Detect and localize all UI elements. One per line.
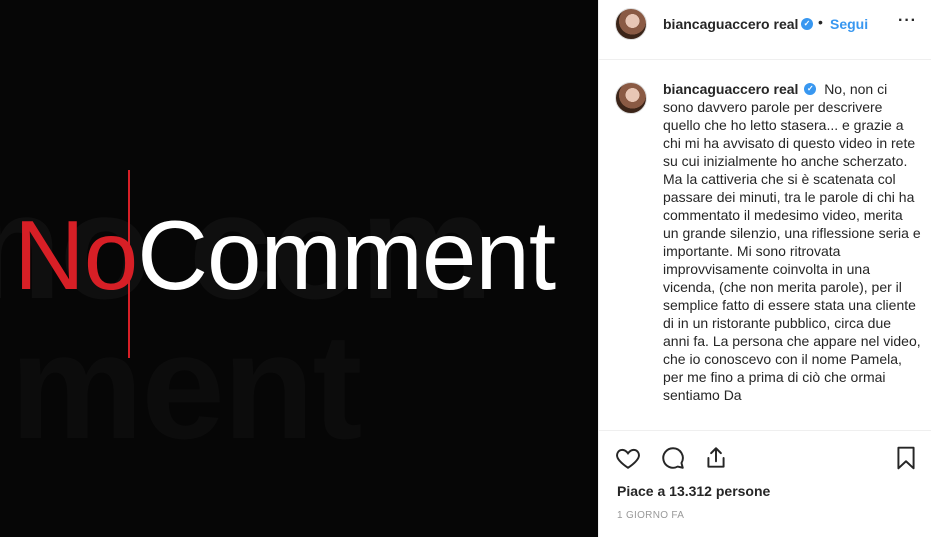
separator-dot: •: [818, 14, 823, 30]
username-link[interactable]: biancaguaccero real: [663, 16, 798, 32]
logo-comment-text: Comment: [137, 200, 556, 310]
comments-area[interactable]: biancaguaccero real ✓ No, non ci sono da…: [599, 60, 931, 430]
comment-bubble-icon[interactable]: [660, 445, 686, 471]
verified-badge-icon: ✓: [804, 83, 817, 96]
post-caption: biancaguaccero real ✓ No, non ci sono da…: [663, 80, 921, 404]
post-side-panel: biancaguaccero real ✓ • Segui ··· bianca…: [598, 0, 931, 537]
heart-icon[interactable]: [615, 445, 641, 471]
share-icon[interactable]: [703, 445, 729, 471]
verified-badge-icon: ✓: [801, 18, 813, 30]
logo-divider-line: [128, 170, 130, 358]
likes-count[interactable]: Piace a 13.312 persone: [617, 483, 770, 499]
caption-username-link[interactable]: biancaguaccero real: [663, 81, 798, 97]
avatar[interactable]: [615, 8, 647, 40]
no-comment-logo: NoComment: [14, 206, 556, 304]
post-timestamp[interactable]: 1 GIORNO FA: [617, 510, 684, 521]
background-ghost-text: ment: [10, 302, 362, 470]
post-media[interactable]: no com ment NoComment: [0, 0, 598, 537]
more-options-icon[interactable]: ···: [898, 12, 917, 30]
caption-text: No, non ci sono davvero parole per descr…: [663, 81, 921, 403]
follow-button[interactable]: Segui: [830, 16, 868, 32]
bookmark-icon[interactable]: [893, 445, 919, 471]
post-header: biancaguaccero real ✓ • Segui ···: [599, 0, 931, 60]
avatar[interactable]: [615, 82, 647, 114]
action-bar: [599, 430, 931, 480]
logo-no-text: No: [14, 200, 138, 310]
